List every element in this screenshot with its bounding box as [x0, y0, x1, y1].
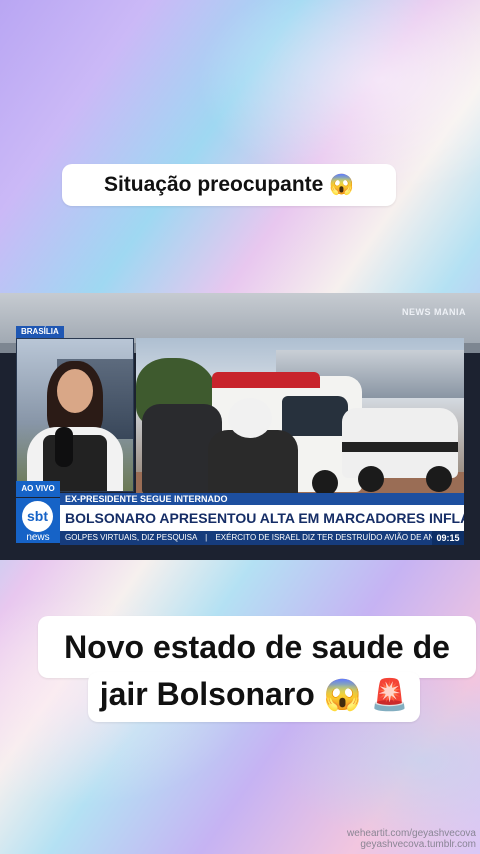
- wheel: [358, 466, 384, 492]
- watermark-line: geyashvecova.tumblr.com: [360, 839, 476, 850]
- scream-emoji-icon: 😱: [329, 174, 355, 196]
- wheel: [426, 466, 452, 492]
- sbt-logo-sub: news: [26, 532, 50, 543]
- scream-emoji-icon: 😱: [323, 678, 362, 712]
- reporter-panel: [16, 338, 134, 492]
- reporter-face: [57, 369, 93, 413]
- broadcast-clock: 09:15: [432, 531, 464, 545]
- ticker-item: GOLPES VIRTUAIS, DIZ PESQUISA: [65, 533, 197, 542]
- ticker-item: EXÉRCITO DE ISRAEL DIZ TER DESTRUÍDO AVI…: [215, 533, 432, 542]
- microphone-icon: [55, 427, 73, 467]
- caption-top: Situação preocupante 😱: [62, 164, 396, 206]
- source-watermark: weheartit.com/geyashvecova geyashvecova.…: [347, 828, 476, 850]
- channel-watermark: NEWS MANIA: [402, 307, 466, 317]
- caption-bottom-line2: jair Bolsonaro 😱 🚨: [88, 672, 420, 722]
- caption-bottom-line1: Novo estado de saude de: [38, 616, 476, 678]
- news-ticker: GOLPES VIRTUAIS, DIZ PESQUISA | EXÉRCITO…: [60, 531, 432, 545]
- caption-top-text: Situação preocupante: [103, 173, 324, 196]
- hospital-scene: [136, 338, 464, 496]
- helmet: [228, 398, 272, 438]
- sbt-logo-mark: sbt: [22, 501, 53, 532]
- ambulance-light-bar: [212, 372, 320, 388]
- news-video-frame[interactable]: NEWS MANIA BRASÍLIA AO VIVO sbt news EX-…: [0, 293, 480, 560]
- siren-emoji-icon: 🚨: [370, 678, 409, 712]
- location-tag: BRASÍLIA: [16, 326, 64, 338]
- live-badge: AO VIVO: [16, 481, 60, 497]
- officer: [208, 430, 298, 496]
- ambulance-windshield: [282, 396, 348, 436]
- sbt-news-logo: sbt news: [16, 498, 60, 543]
- watermark-line: weheartit.com/geyashvecova: [347, 828, 476, 839]
- ticker-separator: |: [205, 533, 208, 542]
- headline: BOLSONARO APRESENTOU ALTA EM MARCADORES …: [60, 505, 464, 531]
- police-car-band: [342, 442, 458, 452]
- headline-kicker: EX-PRESIDENTE SEGUE INTERNADO: [60, 493, 464, 505]
- caption-bottom-text: jair Bolsonaro: [99, 676, 315, 712]
